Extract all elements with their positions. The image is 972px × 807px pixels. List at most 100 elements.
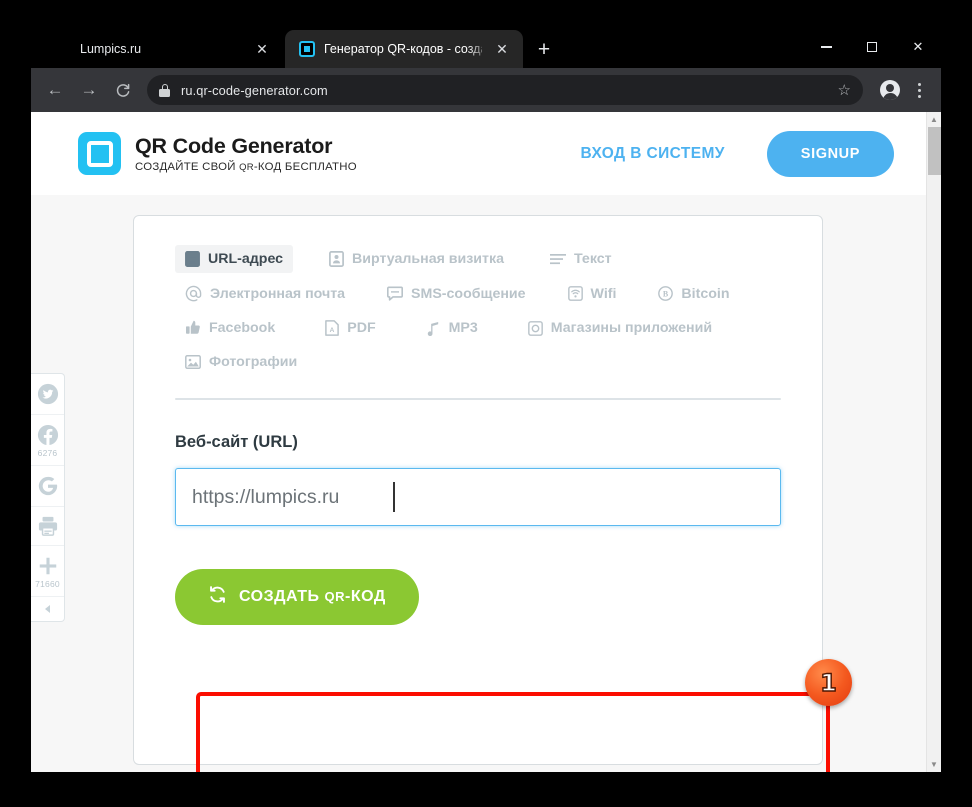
tab-label: Виртуальная визитка (352, 251, 504, 267)
app-store-icon (527, 320, 543, 336)
brand-tagline: СОЗДАЙТЕ СВОЙ QR-КОД БЕСПЛАТНО (135, 161, 357, 173)
close-icon[interactable]: ✕ (251, 38, 273, 60)
tab-title: Генератор QR-кодов - создавай (324, 42, 482, 56)
signup-button[interactable]: SIGNUP (766, 130, 894, 177)
tab-label: Электронная почта (210, 285, 346, 302)
tagline-part1: СОЗДАЙТЕ СВОЙ (135, 160, 240, 173)
lock-icon (159, 83, 170, 97)
printer-icon (37, 516, 59, 536)
social-share-twitter[interactable] (31, 374, 64, 415)
forward-arrow-icon[interactable]: → (73, 74, 105, 106)
share-count: 71660 (35, 579, 60, 589)
annotation-badge-1: 1 (805, 659, 852, 706)
text-lines-icon (549, 252, 566, 266)
refresh-icon (208, 585, 227, 609)
tab-row-4: Фотографии (175, 348, 781, 376)
url-field-label: Веб-сайт (URL) (175, 433, 822, 452)
brand[interactable]: QR Code Generator СОЗДАЙТЕ СВОЙ QR-КОД Б… (78, 132, 357, 175)
annotation-highlight-1 (196, 692, 830, 772)
tab-bitcoin[interactable]: B Bitcoin (648, 280, 739, 308)
svg-text:B: B (663, 290, 669, 299)
bitcoin-icon: B (658, 286, 674, 301)
close-icon[interactable]: ✕ (895, 26, 941, 68)
tab-text[interactable]: Текст (540, 245, 622, 273)
tab-label: SMS-сообщение (411, 285, 526, 302)
new-tab-button[interactable]: + (531, 38, 557, 64)
close-icon[interactable]: ✕ (491, 38, 513, 60)
generate-button-label: СОЗДАТЬ QR-КОД (239, 588, 386, 606)
social-share-bar: 6276 71660 (31, 373, 65, 622)
scroll-up-arrow-icon[interactable]: ▲ (927, 112, 941, 127)
social-share-more[interactable]: 71660 (31, 546, 64, 597)
google-icon (37, 475, 59, 497)
btn-text-1: СОЗДАТЬ (239, 588, 325, 605)
tab-label: Wifi (590, 285, 617, 302)
browser-tab-lumpics[interactable]: Lumpics.ru ✕ (41, 30, 283, 68)
tab-strip: Lumpics.ru ✕ Генератор QR-кодов - создав… (31, 26, 941, 68)
tab-facebook[interactable]: Facebook (175, 314, 285, 342)
maximize-icon[interactable] (849, 26, 895, 68)
tab-row-3: Facebook A PDF MP3 Магазины приложений (175, 314, 781, 342)
social-share-print[interactable] (31, 507, 64, 546)
collapse-arrow-icon (42, 603, 54, 615)
sms-bubble-icon (387, 286, 404, 301)
plus-icon (37, 555, 59, 577)
tab-vcard[interactable]: Виртуальная визитка (319, 245, 514, 273)
tab-label: URL-адрес (208, 251, 284, 267)
tab-title: Lumpics.ru (80, 42, 142, 56)
social-bar-collapse[interactable] (31, 597, 64, 621)
btn-text-qr: QR (324, 589, 345, 604)
tab-mp3[interactable]: MP3 (416, 314, 488, 342)
page-scrollbar[interactable]: ▲ ▼ (926, 112, 941, 772)
browser-tab-qr-generator[interactable]: Генератор QR-кодов - создавай ✕ (285, 30, 523, 68)
qr-logo-icon (78, 132, 121, 175)
site-header: QR Code Generator СОЗДАЙТЕ СВОЙ QR-КОД Б… (31, 112, 941, 195)
tab-label: Фотографии (209, 354, 298, 370)
twitter-icon (37, 383, 59, 405)
profile-avatar-icon[interactable] (880, 80, 900, 100)
screenshot-root: Lumpics.ru ✕ Генератор QR-кодов - создав… (0, 0, 972, 807)
minimize-icon[interactable] (803, 26, 849, 68)
reload-icon[interactable] (107, 74, 139, 106)
tab-photos[interactable]: Фотографии (175, 348, 307, 376)
browser-window: Lumpics.ru ✕ Генератор QR-кодов - создав… (31, 26, 941, 772)
tab-app-stores[interactable]: Магазины приложений (518, 314, 722, 342)
star-icon[interactable]: ☆ (838, 81, 851, 99)
back-arrow-icon[interactable]: ← (39, 74, 71, 106)
image-icon (185, 355, 201, 369)
page-body: 6276 71660 URL-адрес Виртуальная визитка… (31, 195, 941, 772)
field-label-main: Веб-сайт (175, 433, 249, 451)
tagline-part2: -КОД БЕСПЛАТНО (253, 160, 357, 173)
page-title: QR Code Generator (135, 134, 333, 159)
tab-pdf[interactable]: A PDF (315, 314, 385, 342)
qr-code-icon (299, 41, 315, 57)
login-link[interactable]: ВХОД В СИСТЕМУ (580, 145, 724, 163)
share-count: 6276 (37, 448, 58, 458)
thumbs-up-icon (185, 320, 201, 336)
tab-url[interactable]: URL-адрес (175, 245, 294, 273)
kebab-menu-icon[interactable] (909, 82, 929, 98)
section-divider (175, 398, 781, 400)
tab-label: Facebook (209, 320, 276, 336)
qr-generator-card: URL-адрес Виртуальная визитка Текст Элек… (133, 215, 823, 765)
url-text: ru.qr-code-generator.com (181, 82, 328, 98)
social-share-google[interactable] (31, 466, 64, 507)
scrollbar-thumb[interactable] (928, 127, 941, 175)
pdf-file-icon: A (325, 320, 340, 336)
facebook-icon (37, 424, 59, 446)
social-share-facebook[interactable]: 6276 (31, 415, 64, 466)
tab-sms[interactable]: SMS-сообщение (377, 280, 536, 308)
window-controls: ✕ (803, 26, 941, 68)
tab-label: Bitcoin (681, 285, 730, 302)
generate-qr-button[interactable]: СОЗДАТЬ QR-КОД (175, 569, 419, 625)
url-input[interactable] (175, 468, 781, 526)
btn-text-tail: -КОД (345, 588, 386, 605)
vcard-icon (329, 251, 344, 267)
tab-email[interactable]: Электронная почта (175, 279, 355, 308)
scroll-down-arrow-icon[interactable]: ▼ (927, 757, 941, 772)
address-bar[interactable]: ru.qr-code-generator.com ☆ (147, 75, 863, 105)
tab-label: Магазины приложений (550, 320, 713, 336)
url-document-icon (185, 251, 200, 267)
tab-wifi[interactable]: Wifi (558, 280, 627, 308)
generate-button-wrapper: СОЗДАТЬ QR-КОД (175, 569, 822, 625)
